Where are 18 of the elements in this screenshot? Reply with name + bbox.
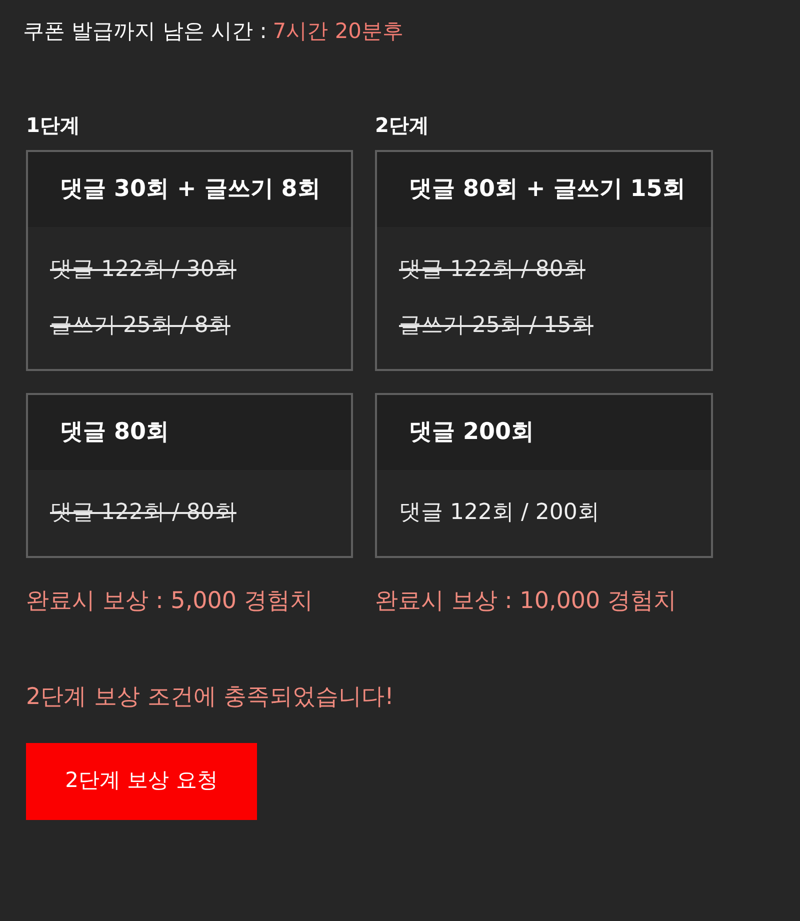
progress-text: 글쓰기 25회 / 15회 [399, 312, 594, 340]
progress-text: 댓글 122회 / 30회 [50, 256, 236, 284]
countdown-time: 7시간 20분후 [272, 18, 404, 45]
stage-title: 1단계 [26, 112, 81, 138]
progress-text: 글쓰기 25회 / 8회 [50, 312, 230, 340]
progress-text: 댓글 122회 / 80회 [50, 498, 236, 526]
countdown-label: 쿠폰 발급까지 남은 시간 : [23, 18, 267, 45]
reward-text: 완료시 보상 : 5,000 경험치 [26, 586, 313, 616]
progress-text: 댓글 122회 / 80회 [399, 256, 586, 284]
reward-text: 완료시 보상 : 10,000 경험치 [375, 586, 676, 616]
mission-title: 댓글 80회 [28, 394, 351, 470]
claim-reward-button[interactable]: 2단계 보상 요청 [26, 742, 257, 820]
mission-title: 댓글 200회 [377, 394, 711, 470]
mission-title: 댓글 80회 + 글쓰기 15회 [377, 152, 711, 226]
status-message: 2단계 보상 조건에 충족되었습니다! [26, 683, 394, 712]
stage-title: 2단계 [375, 112, 430, 138]
progress-text: 댓글 122회 / 200회 [399, 498, 600, 526]
mission-title: 댓글 30회 + 글쓰기 8회 [28, 152, 351, 226]
